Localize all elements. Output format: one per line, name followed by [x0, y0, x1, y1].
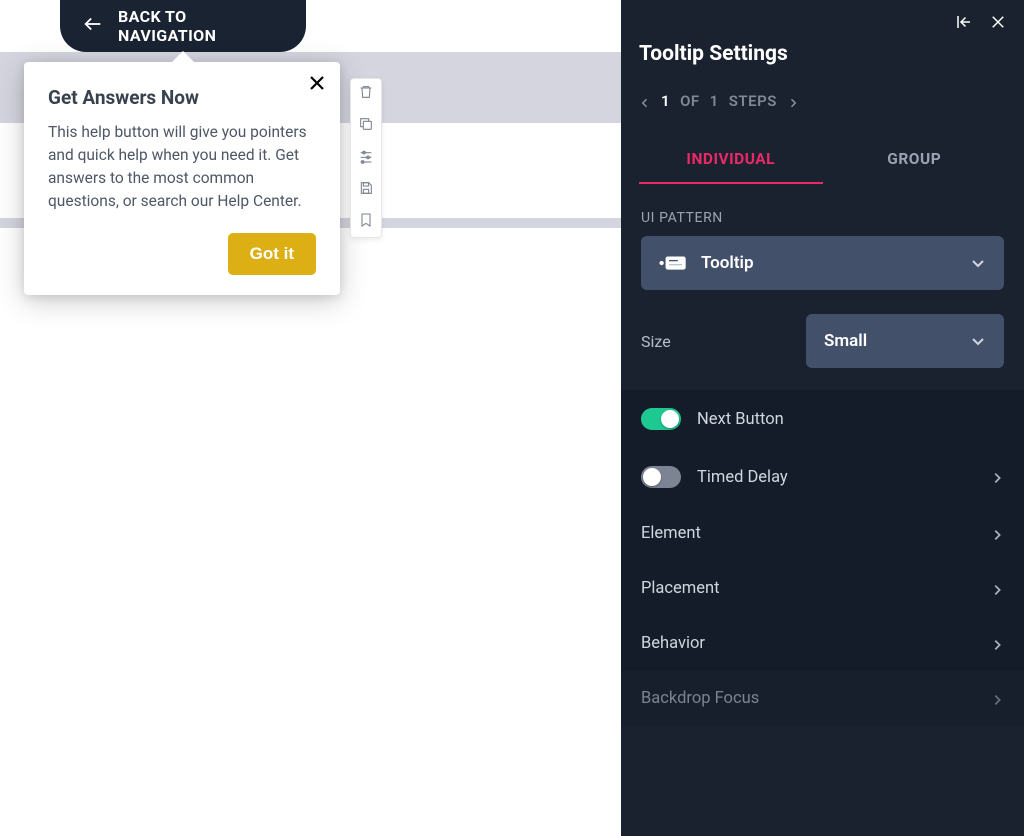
row-label: Element — [641, 524, 974, 543]
back-to-navigation-button[interactable]: BACK TO NAVIGATION — [60, 0, 306, 52]
step-navigator: 1 OF 1 STEPS — [639, 92, 1006, 110]
row-label: Backdrop Focus — [641, 689, 974, 708]
close-icon — [309, 75, 325, 95]
chevron-down-icon — [970, 255, 986, 271]
tab-individual[interactable]: INDIVIDUAL — [639, 138, 823, 184]
steps-label: STEPS — [729, 92, 777, 110]
editor-canvas: BACK TO NAVIGATION Get Answers Now This … — [0, 0, 621, 836]
copy-icon — [358, 116, 374, 136]
arrow-left-icon — [82, 13, 104, 39]
settings-button[interactable] — [357, 149, 375, 167]
step-of-label: OF — [680, 92, 700, 110]
chevron-left-icon — [639, 95, 651, 107]
tooltip-title: Get Answers Now — [48, 86, 316, 109]
row-timed-delay[interactable]: Timed Delay — [621, 448, 1024, 506]
size-label: Size — [641, 332, 792, 351]
tooltip-body: This help button will give you pointers … — [48, 121, 316, 213]
settings-rows: Next Button Timed Delay Element Placemen… — [621, 390, 1024, 726]
settings-tabs: INDIVIDUAL GROUP — [639, 138, 1006, 184]
trash-icon — [358, 84, 374, 104]
step-prev-button[interactable] — [639, 95, 651, 107]
settings-panel: Tooltip Settings 1 OF 1 STEPS INDIVIDUAL… — [621, 0, 1024, 836]
ui-pattern-value: Tooltip — [701, 253, 956, 273]
row-placement[interactable]: Placement — [621, 561, 1024, 616]
next-button-toggle[interactable] — [641, 408, 681, 430]
bookmark-icon — [358, 212, 374, 232]
bookmark-button[interactable] — [357, 213, 375, 231]
size-select[interactable]: Small — [806, 314, 1004, 368]
editor-toolbar — [350, 78, 382, 238]
ui-pattern-select[interactable]: Tooltip — [641, 236, 1004, 290]
panel-title: Tooltip Settings — [639, 42, 1006, 66]
save-icon — [358, 180, 374, 200]
chevron-right-icon — [990, 582, 1004, 596]
chevron-right-icon — [787, 95, 799, 107]
tooltip-cta-button[interactable]: Got it — [228, 233, 316, 275]
ui-pattern-label: UI PATTERN — [641, 210, 1004, 226]
chevron-right-icon — [990, 692, 1004, 706]
row-label: Next Button — [697, 410, 1004, 429]
chevron-right-icon — [990, 527, 1004, 541]
row-behavior[interactable]: Behavior — [621, 616, 1024, 671]
chevron-right-icon — [990, 637, 1004, 651]
ui-pattern-section: UI PATTERN Tooltip — [621, 194, 1024, 290]
collapse-icon — [955, 13, 973, 35]
size-section: Size Small — [621, 290, 1024, 390]
step-next-button[interactable] — [787, 95, 799, 107]
close-icon — [989, 13, 1007, 35]
save-button[interactable] — [357, 181, 375, 199]
row-label: Timed Delay — [697, 468, 974, 487]
collapse-panel-button[interactable] — [954, 14, 974, 34]
step-current: 1 — [661, 92, 670, 110]
step-total: 1 — [710, 92, 719, 110]
tooltip-preview: Get Answers Now This help button will gi… — [24, 62, 340, 295]
row-element[interactable]: Element — [621, 506, 1024, 561]
tooltip-pattern-icon — [659, 253, 687, 273]
back-label: BACK TO NAVIGATION — [118, 7, 284, 45]
copy-button[interactable] — [357, 117, 375, 135]
chevron-right-icon — [990, 470, 1004, 484]
row-backdrop-focus[interactable]: Backdrop Focus — [621, 671, 1024, 726]
delete-button[interactable] — [357, 85, 375, 103]
row-label: Behavior — [641, 634, 974, 653]
close-panel-button[interactable] — [988, 14, 1008, 34]
row-label: Placement — [641, 579, 974, 598]
sliders-icon — [358, 148, 374, 168]
size-value: Small — [824, 331, 956, 351]
row-next-button: Next Button — [621, 390, 1024, 448]
timed-delay-toggle[interactable] — [641, 466, 681, 488]
chevron-down-icon — [970, 333, 986, 349]
tab-group[interactable]: GROUP — [823, 138, 1007, 184]
tooltip-close-button[interactable] — [304, 72, 330, 98]
